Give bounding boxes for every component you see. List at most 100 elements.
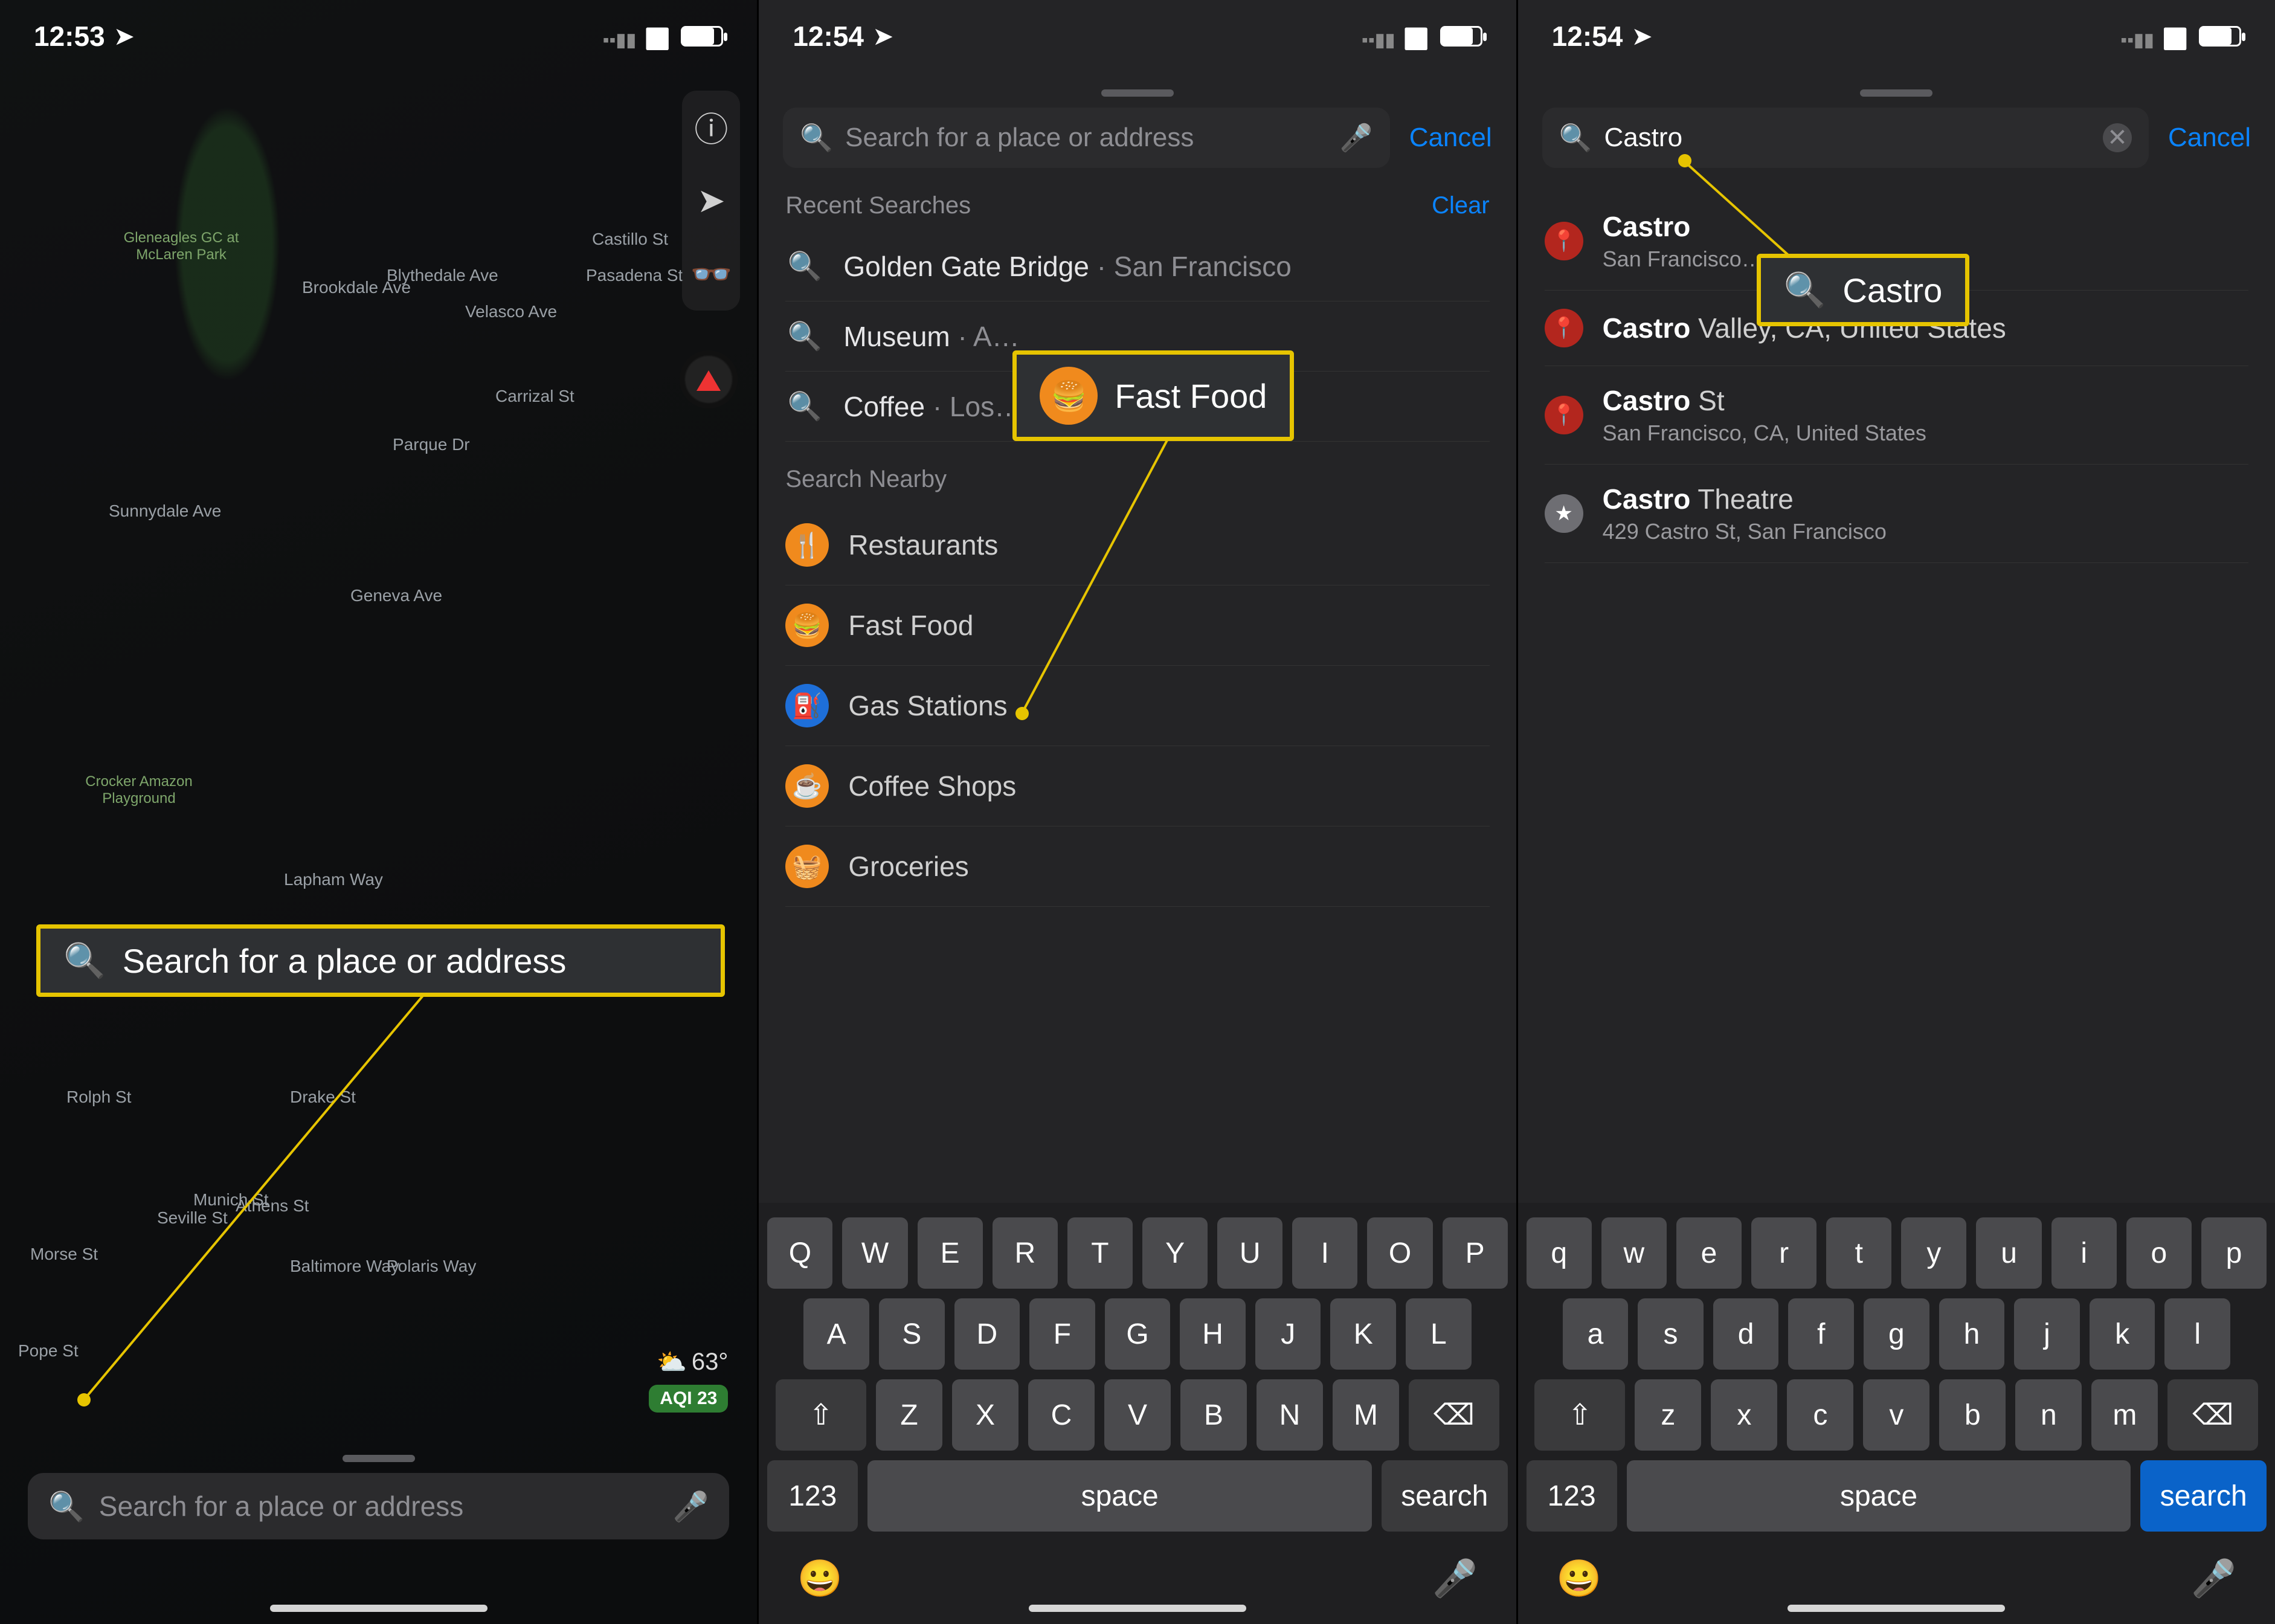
letter-key[interactable]: x (1711, 1379, 1777, 1451)
aqi-badge[interactable]: AQI 23 (649, 1385, 728, 1413)
letter-key[interactable]: N (1257, 1379, 1323, 1451)
letter-key[interactable]: I (1292, 1217, 1357, 1289)
bottom-sheet[interactable]: 🔍 Search for a place or address 🎤 (0, 1438, 757, 1624)
letter-key[interactable]: o (2126, 1217, 2192, 1289)
cancel-button[interactable]: Cancel (1409, 123, 1492, 153)
nearby-category-item[interactable]: ☕Coffee Shops (785, 746, 1489, 826)
search-result-item[interactable]: ★Castro Theatre429 Castro St, San Franci… (1545, 465, 2248, 563)
letter-key[interactable]: B (1180, 1379, 1247, 1451)
compass-icon[interactable] (680, 350, 738, 408)
numbers-key[interactable]: 123 (1527, 1460, 1617, 1532)
letter-key[interactable]: y (1901, 1217, 1966, 1289)
letter-key[interactable]: e (1676, 1217, 1742, 1289)
keyboard[interactable]: QWERTYUIOP ASDFGHJKL ⇧ZXCVBNM⌫ 123spacesear… (759, 1203, 1516, 1624)
cancel-button[interactable]: Cancel (2168, 123, 2251, 153)
home-indicator[interactable] (270, 1605, 488, 1612)
weather-widget[interactable]: ⛅ 63° (657, 1348, 728, 1376)
search-key[interactable]: search (1382, 1460, 1508, 1532)
sheet-grabber[interactable] (343, 1455, 415, 1462)
space-key[interactable]: space (1627, 1460, 2131, 1532)
letter-key[interactable]: G (1105, 1298, 1171, 1370)
shift-key[interactable]: ⇧ (1534, 1379, 1625, 1451)
clear-text-button[interactable]: ✕ (2103, 123, 2132, 152)
letter-key[interactable]: H (1180, 1298, 1246, 1370)
letter-key[interactable]: A (803, 1298, 869, 1370)
letter-key[interactable]: t (1826, 1217, 1891, 1289)
home-indicator[interactable] (1029, 1605, 1246, 1612)
letter-key[interactable]: U (1217, 1217, 1282, 1289)
letter-key[interactable]: m (2091, 1379, 2158, 1451)
backspace-key[interactable]: ⌫ (2167, 1379, 2258, 1451)
nearby-category-item[interactable]: ⛽Gas Stations (785, 666, 1489, 746)
letter-key[interactable]: T (1067, 1217, 1133, 1289)
backspace-key[interactable]: ⌫ (1409, 1379, 1499, 1451)
letter-key[interactable]: p (2201, 1217, 2267, 1289)
letter-key[interactable]: J (1255, 1298, 1321, 1370)
search-input[interactable] (845, 123, 1328, 153)
letter-key[interactable]: S (879, 1298, 945, 1370)
search-field[interactable]: 🔍 Search for a place or address 🎤 (28, 1473, 729, 1539)
emoji-key[interactable]: 😀 (797, 1557, 843, 1600)
letter-key[interactable]: D (954, 1298, 1020, 1370)
letter-key[interactable]: l (2164, 1298, 2230, 1370)
letter-key[interactable]: i (2051, 1217, 2117, 1289)
nearby-category-item[interactable]: 🍴Restaurants (785, 505, 1489, 585)
space-key[interactable]: space (867, 1460, 1372, 1532)
letter-key[interactable]: w (1601, 1217, 1667, 1289)
locate-button[interactable]: ➤ (682, 164, 740, 237)
mic-icon[interactable]: 🎤 (1340, 122, 1373, 153)
letter-key[interactable]: s (1638, 1298, 1704, 1370)
clear-recent-button[interactable]: Clear (1432, 192, 1490, 219)
letter-key[interactable]: f (1788, 1298, 1854, 1370)
letter-key[interactable]: Z (876, 1379, 942, 1451)
letter-key[interactable]: a (1563, 1298, 1629, 1370)
letter-key[interactable]: z (1635, 1379, 1701, 1451)
search-key[interactable]: search (2140, 1460, 2267, 1532)
letter-key[interactable]: r (1751, 1217, 1816, 1289)
letter-key[interactable]: d (1713, 1298, 1779, 1370)
search-field[interactable]: 🔍 ✕ (1542, 108, 2149, 168)
letter-key[interactable]: R (993, 1217, 1058, 1289)
letter-key[interactable]: g (1864, 1298, 1929, 1370)
letter-key[interactable]: C (1028, 1379, 1095, 1451)
letter-key[interactable]: X (952, 1379, 1018, 1451)
letter-key[interactable]: n (2015, 1379, 2082, 1451)
letter-key[interactable]: W (842, 1217, 907, 1289)
letter-key[interactable]: L (1406, 1298, 1472, 1370)
sheet-grabber[interactable] (1860, 89, 1932, 97)
nearby-category-item[interactable]: 🍔Fast Food (785, 585, 1489, 666)
letter-key[interactable]: E (918, 1217, 983, 1289)
shift-key[interactable]: ⇧ (776, 1379, 866, 1451)
letter-key[interactable]: b (1939, 1379, 2006, 1451)
letter-key[interactable]: h (1939, 1298, 2005, 1370)
letter-key[interactable]: k (2090, 1298, 2155, 1370)
recent-search-item[interactable]: 🔍Golden Gate Bridge · San Francisco (785, 231, 1489, 301)
letter-key[interactable]: O (1367, 1217, 1432, 1289)
letter-key[interactable]: u (1976, 1217, 2041, 1289)
letter-key[interactable]: F (1029, 1298, 1095, 1370)
letter-key[interactable]: K (1330, 1298, 1396, 1370)
letter-key[interactable]: c (1787, 1379, 1853, 1451)
home-indicator[interactable] (1788, 1605, 2005, 1612)
letter-key[interactable]: Q (767, 1217, 832, 1289)
letter-key[interactable]: M (1333, 1379, 1399, 1451)
letter-key[interactable]: q (1527, 1217, 1592, 1289)
letter-key[interactable]: V (1104, 1379, 1171, 1451)
emoji-key[interactable]: 😀 (1557, 1557, 1602, 1600)
dictation-key[interactable]: 🎤 (1432, 1557, 1478, 1600)
sheet-grabber[interactable] (1101, 89, 1174, 97)
letter-key[interactable]: j (2014, 1298, 2080, 1370)
letter-key[interactable]: Y (1142, 1217, 1208, 1289)
info-button[interactable]: ⓘ (682, 91, 740, 163)
dictation-key[interactable]: 🎤 (2191, 1557, 2236, 1600)
mic-icon[interactable]: 🎤 (673, 1489, 709, 1524)
nearby-category-item[interactable]: 🧺Groceries (785, 826, 1489, 907)
numbers-key[interactable]: 123 (767, 1460, 858, 1532)
letter-key[interactable]: P (1443, 1217, 1508, 1289)
search-field[interactable]: 🔍 🎤 (783, 108, 1389, 168)
letter-key[interactable]: v (1863, 1379, 1929, 1451)
keyboard[interactable]: qwertyuiop asdfghjkl ⇧zxcvbnm⌫ 123spacesear… (1518, 1203, 2275, 1624)
lookaround-button[interactable]: 👓 (682, 238, 740, 311)
search-result-item[interactable]: 📍Castro StSan Francisco, CA, United Stat… (1545, 366, 2248, 465)
search-input[interactable] (1604, 123, 2091, 153)
